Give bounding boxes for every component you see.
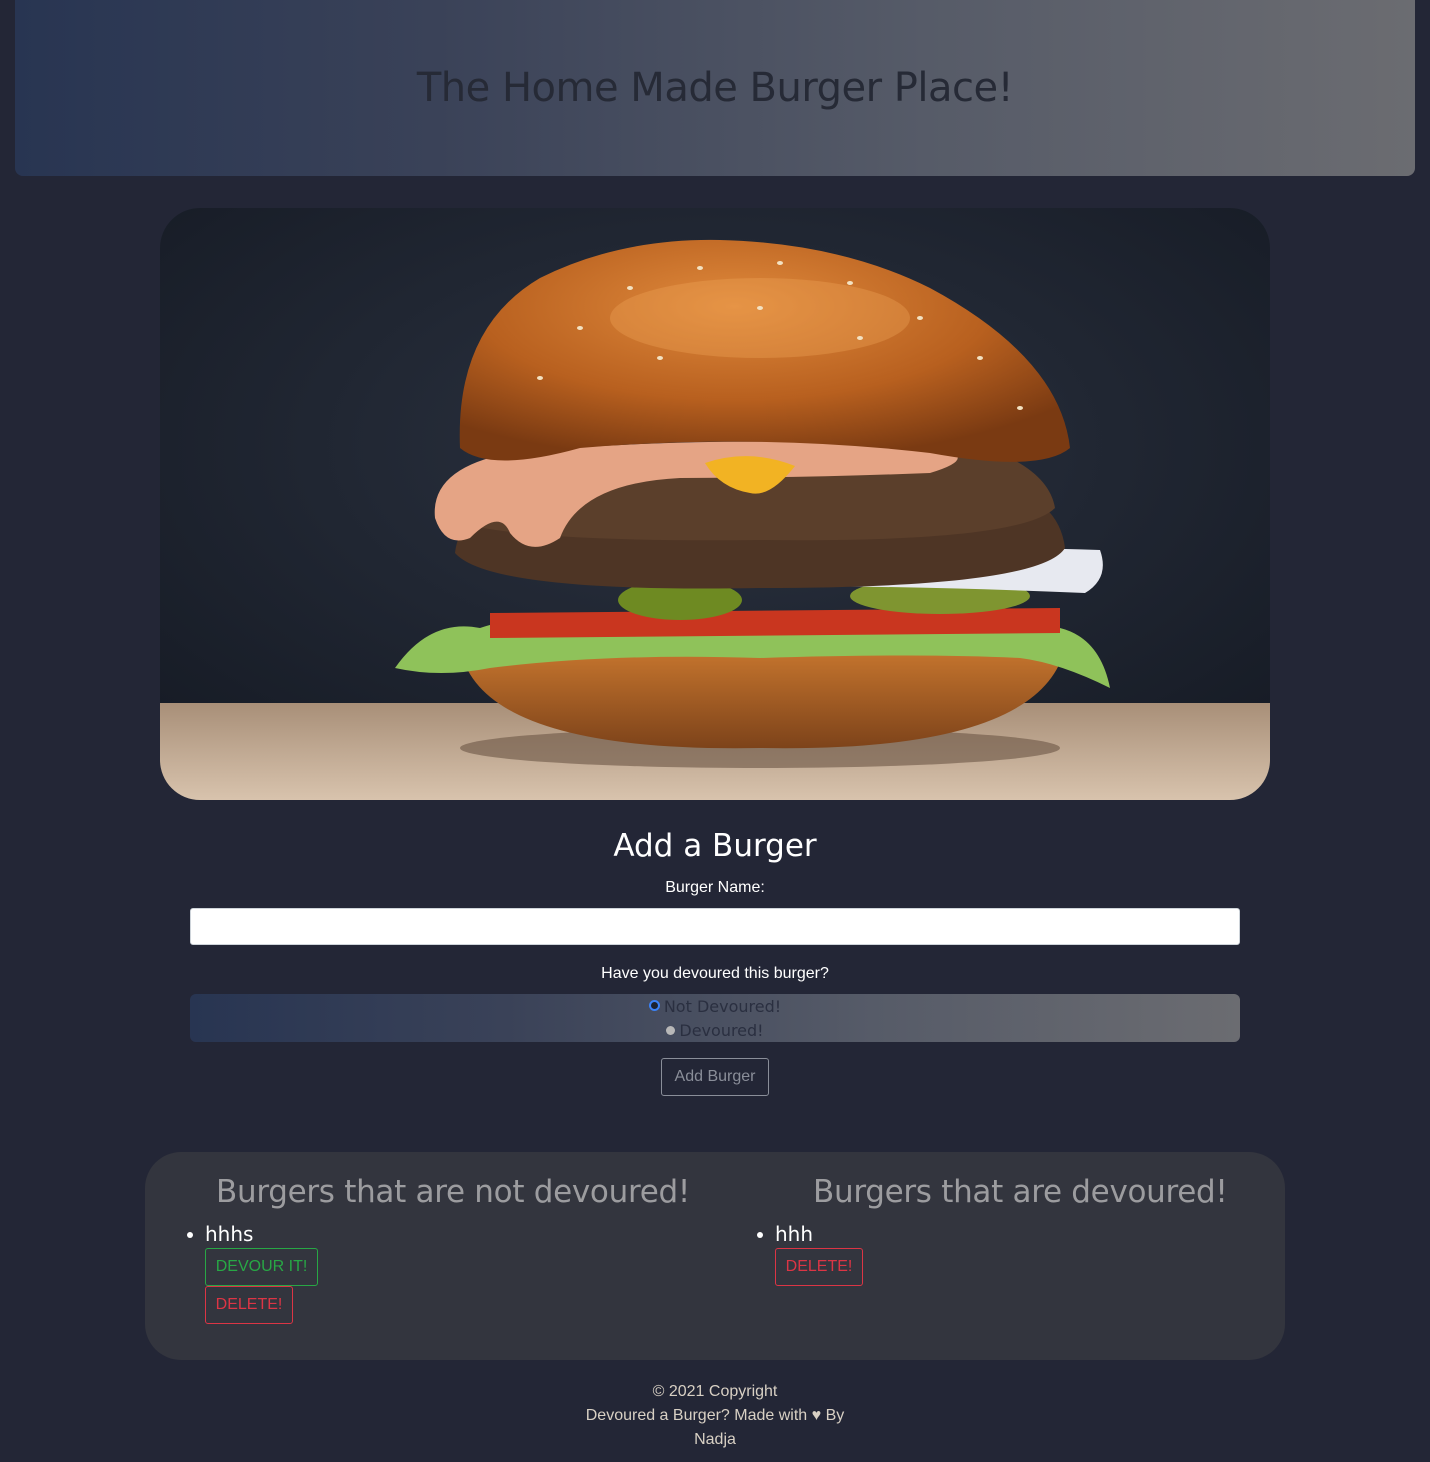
devoured-list-title: Burgers that are devoured! xyxy=(813,1174,1228,1210)
radio-label-not-devoured: Not Devoured! xyxy=(663,997,782,1016)
list-item: hhhs xyxy=(186,1222,254,1246)
delete-button[interactable]: DELETE! xyxy=(205,1286,293,1324)
radio-option-devoured[interactable]: Devoured! xyxy=(190,1021,1240,1040)
add-burger-title: Add a Burger xyxy=(613,828,817,864)
burger-lists-panel: Burgers that are not devoured! hhhs DEVO… xyxy=(145,1152,1285,1360)
delete-button[interactable]: DELETE! xyxy=(775,1248,863,1286)
devour-it-button[interactable]: DEVOUR IT! xyxy=(205,1248,318,1286)
burger-hero-image xyxy=(160,208,1270,800)
burger-name-label: Burger Name: xyxy=(665,879,765,896)
radio-selected-icon[interactable] xyxy=(648,1000,660,1011)
page-header: The Home Made Burger Place! xyxy=(15,0,1415,176)
page-title: The Home Made Burger Place! xyxy=(416,65,1014,111)
footer-copyright: © 2021 Copyright xyxy=(652,1383,778,1400)
list-item: hhh xyxy=(756,1222,814,1246)
radio-label-devoured: Devoured! xyxy=(679,1021,764,1040)
not-devoured-list-title: Burgers that are not devoured! xyxy=(216,1174,690,1210)
add-burger-button[interactable]: Add Burger xyxy=(661,1058,769,1096)
radio-option-not-devoured[interactable]: Not Devoured! xyxy=(190,997,1240,1016)
radio-unselected-icon[interactable] xyxy=(666,1026,676,1035)
burger-name-input[interactable] xyxy=(190,908,1240,945)
footer-author: Nadja xyxy=(694,1431,736,1448)
footer-credit: Devoured a Burger? Made with ♥ By xyxy=(585,1407,845,1424)
devoured-radio-group: Not Devoured! Devoured! xyxy=(190,994,1240,1042)
devoured-question-label: Have you devoured this burger? xyxy=(601,965,829,982)
